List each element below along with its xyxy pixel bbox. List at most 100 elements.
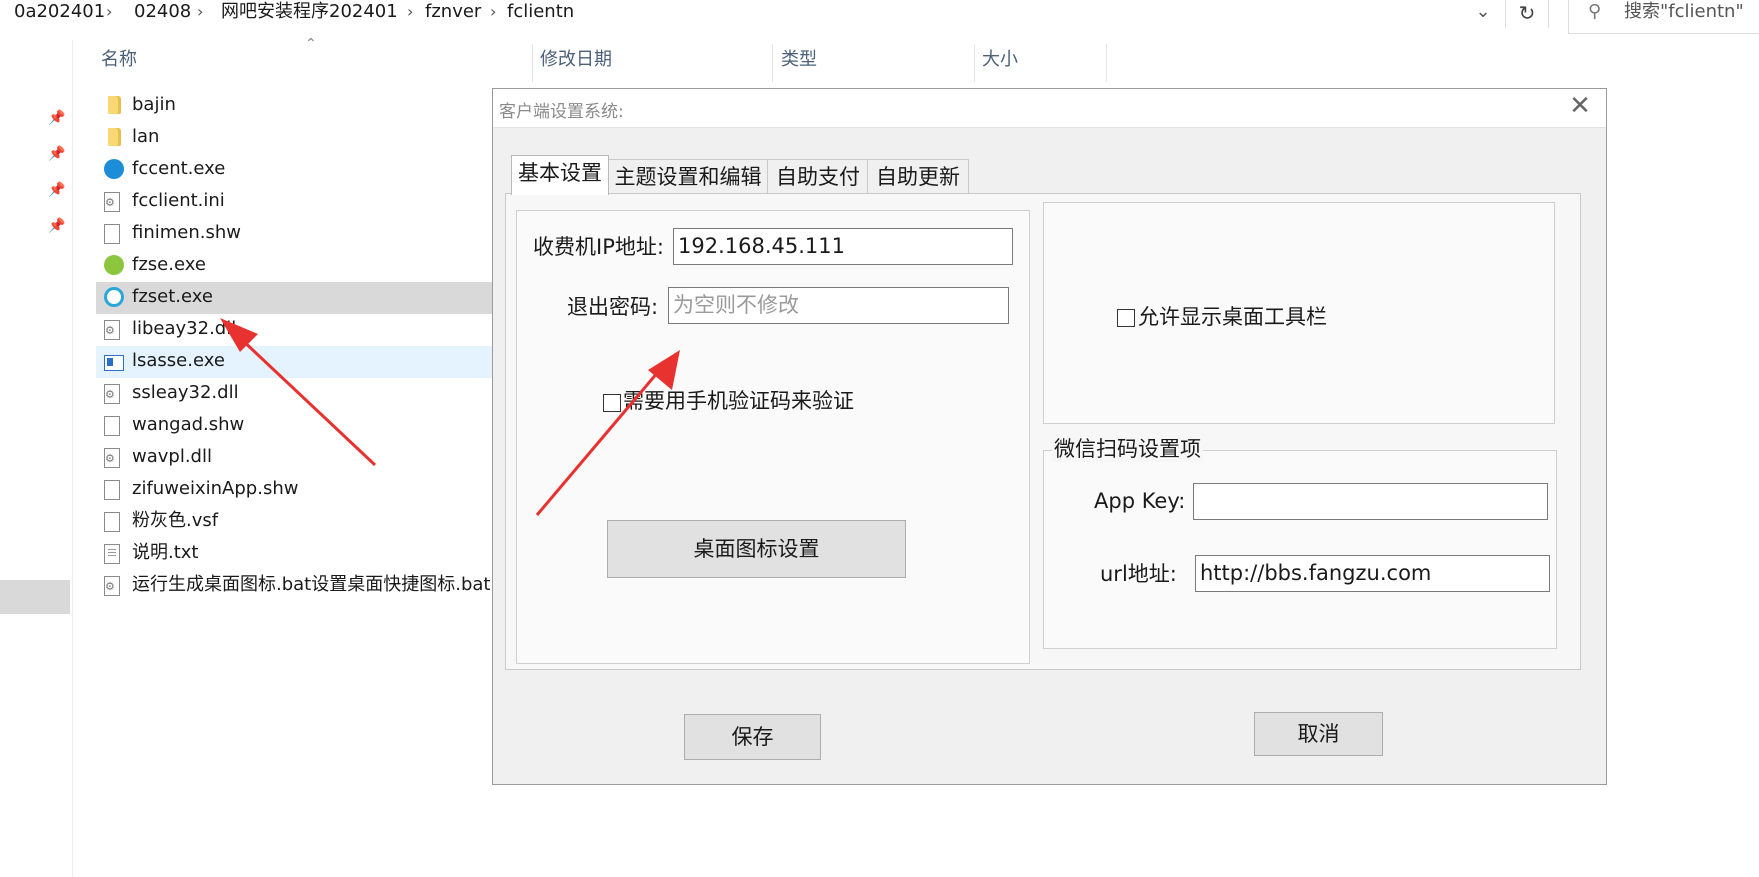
url-input[interactable]: http://bbs.fangzu.com xyxy=(1195,555,1550,592)
sms-verify-label[interactable]: 需要用手机验证码来验证 xyxy=(623,387,854,415)
file-name: fzse.exe xyxy=(132,254,206,275)
column-divider[interactable] xyxy=(974,44,975,82)
list-item[interactable]: 运行生成桌面图标.bat设置桌面快捷图标.bat xyxy=(96,570,496,602)
chevron-down-icon[interactable]: ⌄ xyxy=(1464,0,1502,26)
file-name: 运行生成桌面图标.bat设置桌面快捷图标.bat xyxy=(132,574,491,595)
folder-icon xyxy=(108,96,121,114)
file-name: 粉灰色.vsf xyxy=(132,510,219,531)
list-item[interactable]: bajin xyxy=(96,90,496,122)
column-header-type[interactable]: 类型 xyxy=(781,48,817,72)
exit-password-input[interactable]: 为空则不修改 xyxy=(668,287,1009,324)
breadcrumb-fznver[interactable]: fznver xyxy=(425,0,481,24)
column-header-name[interactable]: 名称 xyxy=(101,48,137,72)
tab-self-update[interactable]: 自助更新 xyxy=(867,159,969,194)
file-name: zifuweixinApp.shw xyxy=(132,478,299,499)
url-label: url地址: xyxy=(1100,562,1177,586)
list-item[interactable]: fzse.exe xyxy=(96,250,496,282)
pin-icon[interactable]: 📌 xyxy=(48,182,65,198)
dll-icon xyxy=(104,320,120,340)
list-item[interactable]: fcclient.ini xyxy=(96,186,496,218)
list-item[interactable]: ssleay32.dll xyxy=(96,378,496,410)
toolbar-group: 允许显示桌面工具栏 xyxy=(1043,202,1555,424)
pin-icon[interactable]: 📌 xyxy=(48,146,65,162)
column-header-size[interactable]: 大小 xyxy=(982,48,1018,72)
file-name: wangad.shw xyxy=(132,414,245,435)
search-icon: ⚲ xyxy=(1588,1,1602,22)
file-icon xyxy=(104,480,120,500)
file-icon xyxy=(104,224,120,244)
ip-input[interactable]: 192.168.45.111 xyxy=(673,228,1013,265)
desktop-toolbar-label[interactable]: 允许显示桌面工具栏 xyxy=(1138,303,1327,331)
breadcrumb-separator[interactable]: › xyxy=(490,0,496,24)
desktop-icon-settings-button[interactable]: 桌面图标设置 xyxy=(607,520,906,578)
close-icon[interactable]: ✕ xyxy=(1566,93,1594,121)
pin-icon[interactable]: 📌 xyxy=(48,218,65,234)
file-name: ssleay32.dll xyxy=(132,382,239,403)
file-name: fccent.exe xyxy=(132,158,226,179)
file-name: lan xyxy=(132,126,160,147)
dll-icon xyxy=(104,448,120,468)
tab-self-payment[interactable]: 自助支付 xyxy=(767,159,869,194)
app-key-input[interactable] xyxy=(1193,483,1548,520)
list-item-selected[interactable]: fzset.exe xyxy=(96,282,496,314)
dialog-title-bar[interactable]: 客户端设置系统: ✕ xyxy=(493,89,1606,128)
settings-file-icon xyxy=(104,192,120,212)
file-icon xyxy=(104,416,120,436)
dialog-title: 客户端设置系统: xyxy=(499,102,624,122)
save-button[interactable]: 保存 xyxy=(684,714,821,760)
list-item[interactable]: wavpl.dll xyxy=(96,442,496,474)
desktop-toolbar-checkbox[interactable] xyxy=(1117,309,1135,327)
column-divider[interactable] xyxy=(772,44,773,82)
list-item[interactable]: lan xyxy=(96,122,496,154)
file-name: fzset.exe xyxy=(132,286,213,307)
list-item[interactable]: 说明.txt xyxy=(96,538,496,570)
list-item-hover[interactable]: lsasse.exe xyxy=(96,346,496,378)
app-key-label: App Key: xyxy=(1094,489,1186,513)
dll-icon xyxy=(104,384,120,404)
refresh-icon[interactable]: ↻ xyxy=(1505,0,1549,28)
list-item[interactable]: wangad.shw xyxy=(96,410,496,442)
breadcrumb-separator[interactable]: › xyxy=(407,0,413,24)
tab-basic-settings[interactable]: 基本设置 xyxy=(511,155,609,195)
file-name: wavpl.dll xyxy=(132,446,212,467)
file-name: libeay32.dll xyxy=(132,318,237,339)
list-item[interactable]: zifuweixinApp.shw xyxy=(96,474,496,506)
sms-verify-checkbox[interactable] xyxy=(603,394,621,412)
window-app-icon xyxy=(104,355,124,371)
basic-settings-group: 收费机IP地址: 192.168.45.111 退出密码: 为空则不修改 需要用… xyxy=(516,210,1030,664)
pin-icon[interactable]: 📌 xyxy=(48,110,65,126)
column-header-modified[interactable]: 修改日期 xyxy=(540,48,612,72)
list-item[interactable]: fccent.exe xyxy=(96,154,496,186)
cancel-button[interactable]: 取消 xyxy=(1254,712,1383,756)
file-name: finimen.shw xyxy=(132,222,241,243)
column-divider[interactable] xyxy=(532,44,533,82)
folder-icon xyxy=(108,128,121,146)
column-divider[interactable] xyxy=(1106,44,1107,82)
app-icon xyxy=(104,287,124,307)
file-name: 说明.txt xyxy=(132,542,199,563)
wechat-scan-group: App Key: url地址: http://bbs.fangzu.com xyxy=(1043,450,1557,649)
breadcrumb-02408[interactable]: 02408 xyxy=(134,0,191,24)
file-icon xyxy=(104,512,120,532)
breadcrumb-0a202401[interactable]: 0a202401 xyxy=(14,0,105,24)
file-name: fcclient.ini xyxy=(132,190,225,211)
navigation-pane[interactable]: 📌 📌 📌 📌 xyxy=(0,40,73,877)
list-item[interactable]: finimen.shw xyxy=(96,218,496,250)
nav-selected-item[interactable] xyxy=(0,580,70,614)
wechat-group-title: 微信扫码设置项 xyxy=(1052,436,1203,462)
breadcrumb-separator[interactable]: › xyxy=(197,0,203,24)
client-settings-dialog[interactable]: 客户端设置系统: ✕ 基本设置 主题设置和编辑 自助支付 自助更新 收费机IP地… xyxy=(492,88,1607,785)
list-item[interactable]: libeay32.dll xyxy=(96,314,496,346)
breadcrumb-separator[interactable]: › xyxy=(106,0,112,24)
breadcrumb-installer[interactable]: 网吧安装程序202401 xyxy=(221,0,398,24)
breadcrumb-fclientn[interactable]: fclientn xyxy=(507,0,574,24)
file-name: bajin xyxy=(132,94,176,115)
batch-file-icon xyxy=(104,576,120,596)
ip-label: 收费机IP地址: xyxy=(533,235,664,259)
list-item[interactable]: 粉灰色.vsf xyxy=(96,506,496,538)
search-placeholder[interactable]: 搜索"fclientn" xyxy=(1624,0,1744,24)
tab-theme-settings[interactable]: 主题设置和编辑 xyxy=(607,159,769,194)
tab-panel-basic: 收费机IP地址: 192.168.45.111 退出密码: 为空则不修改 需要用… xyxy=(505,193,1581,670)
app-icon xyxy=(104,255,124,275)
exit-password-label: 退出密码: xyxy=(567,295,659,319)
